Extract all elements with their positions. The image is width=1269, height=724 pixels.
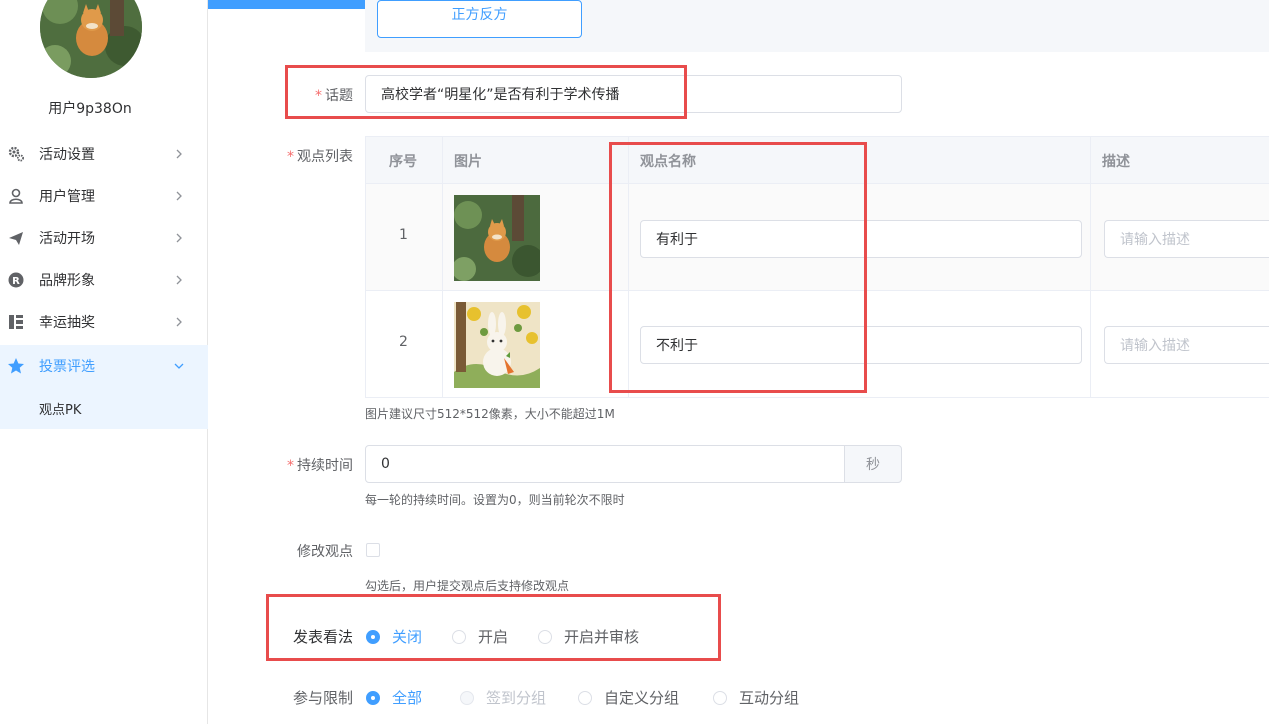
avatar[interactable]	[40, 0, 142, 78]
column-header-image: 图片	[454, 154, 482, 170]
modify-view-checkbox[interactable]	[366, 543, 380, 557]
menu-label: 活动设置	[39, 147, 95, 163]
duration-unit: 秒	[844, 445, 902, 483]
menu-label: 品牌形象	[39, 273, 95, 289]
mode-button-pro-con[interactable]: 正方反方	[377, 0, 582, 38]
views-label: * 观点列表	[287, 149, 353, 165]
highlight-box-comment	[266, 594, 721, 661]
menu-label: 幸运抽奖	[39, 315, 95, 331]
radio-dot	[460, 690, 474, 705]
view-desc-input[interactable]: 请输入描述	[1104, 326, 1269, 364]
submenu-label: 观点PK	[39, 403, 82, 418]
main-content: 正方反方 * 话题 高校学者“明星化”是否有利于学术传播 * 观点列表 序号 图片 …	[228, 0, 1269, 724]
radio-dot	[713, 690, 727, 705]
row-index: 1	[399, 227, 408, 243]
row-index: 2	[399, 334, 408, 350]
highlight-box-topic	[285, 65, 687, 119]
paper-plane-icon	[7, 229, 25, 247]
chevron-right-icon	[172, 147, 186, 161]
lottery-icon	[7, 313, 25, 331]
modify-view-label: 修改观点	[297, 544, 353, 560]
modify-view-tip: 勾选后，用户提交观点后支持修改观点	[365, 579, 570, 593]
duration-tip: 每一轮的持续时间。设置为0，则当前轮次不限时	[365, 493, 625, 507]
limit-option-checkin-group: 签到分组	[460, 687, 546, 708]
sidebar: 用户9p38On 活动设置 用户管理 活动开场 R 品牌形象 幸运抽奖 投票评选…	[0, 0, 208, 724]
menu-label: 用户管理	[39, 189, 95, 205]
svg-text:R: R	[12, 276, 20, 287]
menu-label: 活动开场	[39, 231, 95, 247]
star-icon	[7, 357, 25, 375]
highlight-box-view-names	[609, 142, 867, 393]
limit-option-interactive-group[interactable]: 互动分组	[713, 687, 799, 708]
menu-item-voting[interactable]: 投票评选	[0, 345, 208, 387]
column-header-desc: 描述	[1102, 154, 1130, 170]
view-image-cat[interactable]	[454, 195, 540, 281]
limit-option-custom-group[interactable]: 自定义分组	[578, 687, 679, 708]
chevron-right-icon	[172, 315, 186, 329]
menu-item-brand-image[interactable]: R 品牌形象	[0, 259, 208, 301]
duration-label: * 持续时间	[287, 458, 353, 474]
chevron-down-icon	[172, 359, 186, 373]
menu-label: 投票评选	[39, 359, 95, 375]
limit-label: 参与限制	[292, 689, 353, 707]
duration-input[interactable]: 0	[365, 445, 845, 483]
menu-item-activity-opening[interactable]: 活动开场	[0, 217, 208, 259]
limit-option-all[interactable]: 全部	[366, 687, 422, 708]
column-header-index: 序号	[389, 154, 417, 170]
gears-icon	[7, 145, 25, 163]
menu-item-activity-settings[interactable]: 活动设置	[0, 133, 208, 175]
menu-item-user-management[interactable]: 用户管理	[0, 175, 208, 217]
view-image-rabbit[interactable]	[454, 302, 540, 388]
view-desc-input[interactable]: 请输入描述	[1104, 220, 1269, 258]
chevron-right-icon	[172, 231, 186, 245]
radio-dot	[366, 690, 380, 705]
radio-dot	[578, 690, 592, 705]
user-icon	[7, 187, 25, 205]
image-size-tip: 图片建议尺寸512*512像素，大小不能超过1M	[365, 407, 615, 421]
submenu-item-view-pk[interactable]: 观点PK	[0, 387, 208, 429]
chevron-right-icon	[172, 189, 186, 203]
registered-icon: R	[7, 271, 25, 289]
chevron-right-icon	[172, 273, 186, 287]
username: 用户9p38On	[48, 101, 132, 117]
menu-item-lucky-draw[interactable]: 幸运抽奖	[0, 301, 208, 343]
